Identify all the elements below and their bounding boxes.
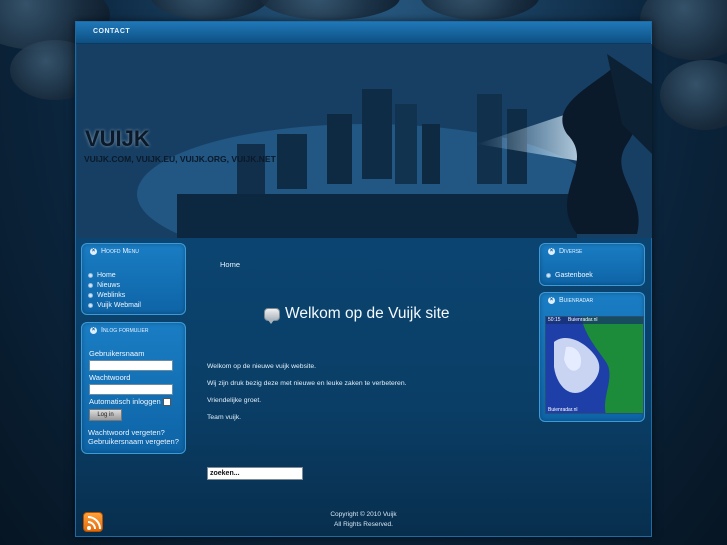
main-menu-panel: × Hoofd Menu Home Nieuws Weblinks Vuijk … <box>81 243 186 315</box>
site-title[interactable]: VUIJK <box>85 126 150 152</box>
buienradar-header: × Buienradar <box>548 297 593 304</box>
rain-radar-map[interactable]: 50:15 Buienradar.nl Buienradar.nl <box>545 316 644 414</box>
background-cloud <box>640 0 727 60</box>
main-menu-list: Home Nieuws Weblinks Vuijk Webmail <box>88 270 141 310</box>
page-container: CONTACT VUIJK VUIJK.COM, VUIJK.EU, VUIJK… <box>75 21 652 537</box>
breadcrumb[interactable]: Home <box>220 260 240 269</box>
article-heading: Welkom op de Vuijk site <box>264 305 450 324</box>
menu-item-weblinks[interactable]: Weblinks <box>88 290 141 300</box>
main-menu-header: × Hoofd Menu <box>90 248 139 255</box>
search-input[interactable]: zoeken... <box>207 467 303 480</box>
menu-item-nieuws[interactable]: Nieuws <box>88 280 141 290</box>
collapse-icon[interactable]: × <box>90 327 97 334</box>
top-nav: CONTACT <box>76 22 651 44</box>
buienradar-panel: × Buienradar 50:15 Buienradar.nl Buienra… <box>539 292 645 422</box>
background-cloud <box>150 0 270 20</box>
login-header: × Inlog formulier <box>90 327 149 334</box>
article-paragraph: Team vuijk. <box>207 414 241 421</box>
collapse-icon[interactable]: × <box>548 297 555 304</box>
username-input[interactable] <box>89 360 173 371</box>
article-title: Welkom op de Vuijk site <box>285 305 450 322</box>
username-label: Gebruikersnaam <box>89 349 145 358</box>
speech-bubble-icon <box>264 307 280 324</box>
radar-brand-top: Buienradar.nl <box>568 317 598 323</box>
diverse-header: × Diverse <box>548 248 582 255</box>
header-banner: VUIJK VUIJK.COM, VUIJK.EU, VUIJK.ORG, VU… <box>77 44 652 238</box>
password-input[interactable] <box>89 384 173 395</box>
rights-text: All Rights Reserved. <box>334 521 393 528</box>
diverse-list: Gastenboek <box>546 270 593 280</box>
login-button[interactable]: Log in <box>89 409 122 421</box>
site-subtitle: VUIJK.COM, VUIJK.EU, VUIJK.ORG, VUIJK.NE… <box>84 154 276 164</box>
diverse-panel: × Diverse Gastenboek <box>539 243 645 286</box>
menu-item-webmail[interactable]: Vuijk Webmail <box>88 300 141 310</box>
remember-checkbox[interactable] <box>163 398 171 406</box>
article-paragraph: Wij zijn druk bezig deze met nieuwe en l… <box>207 380 407 387</box>
radar-time: 50:15 <box>548 317 561 323</box>
password-label: Wachtwoord <box>89 373 131 382</box>
bullet-icon <box>88 272 93 278</box>
bullet-icon <box>88 282 93 288</box>
bullet-icon <box>88 302 93 308</box>
radar-image <box>546 317 643 413</box>
article-paragraph: Vriendelijke groet. <box>207 397 262 404</box>
collapse-icon[interactable]: × <box>548 248 555 255</box>
contact-link[interactable]: CONTACT <box>93 28 130 35</box>
background-cloud <box>660 60 727 130</box>
bullet-icon <box>88 292 93 298</box>
forgot-username-link[interactable]: Gebruikersnaam vergeten? <box>88 437 179 446</box>
main-menu-title: Hoofd Menu <box>101 248 139 255</box>
copyright-text: Copyright © 2010 Vuijk <box>330 511 397 518</box>
radar-brand-bottom: Buienradar.nl <box>548 407 578 413</box>
remember-label: Automatisch inloggen <box>89 397 161 406</box>
buienradar-title: Buienradar <box>559 297 594 304</box>
forgot-password-link[interactable]: Wachtwoord vergeten? <box>88 428 165 437</box>
menu-item-home[interactable]: Home <box>88 270 141 280</box>
background-cloud <box>420 0 540 20</box>
login-panel: × Inlog formulier Gebruikersnaam Wachtwo… <box>81 322 186 454</box>
background-cloud <box>260 0 400 20</box>
collapse-icon[interactable]: × <box>90 248 97 255</box>
diverse-title: Diverse <box>559 248 583 255</box>
city-skyline-image <box>77 44 652 238</box>
bullet-icon <box>546 272 551 278</box>
login-title: Inlog formulier <box>101 327 149 334</box>
article-paragraph: Welkom op de nieuwe vuijk website. <box>207 363 317 370</box>
menu-item-gastenboek[interactable]: Gastenboek <box>546 270 593 280</box>
footer: Copyright © 2010 Vuijk All Rights Reserv… <box>76 510 651 530</box>
